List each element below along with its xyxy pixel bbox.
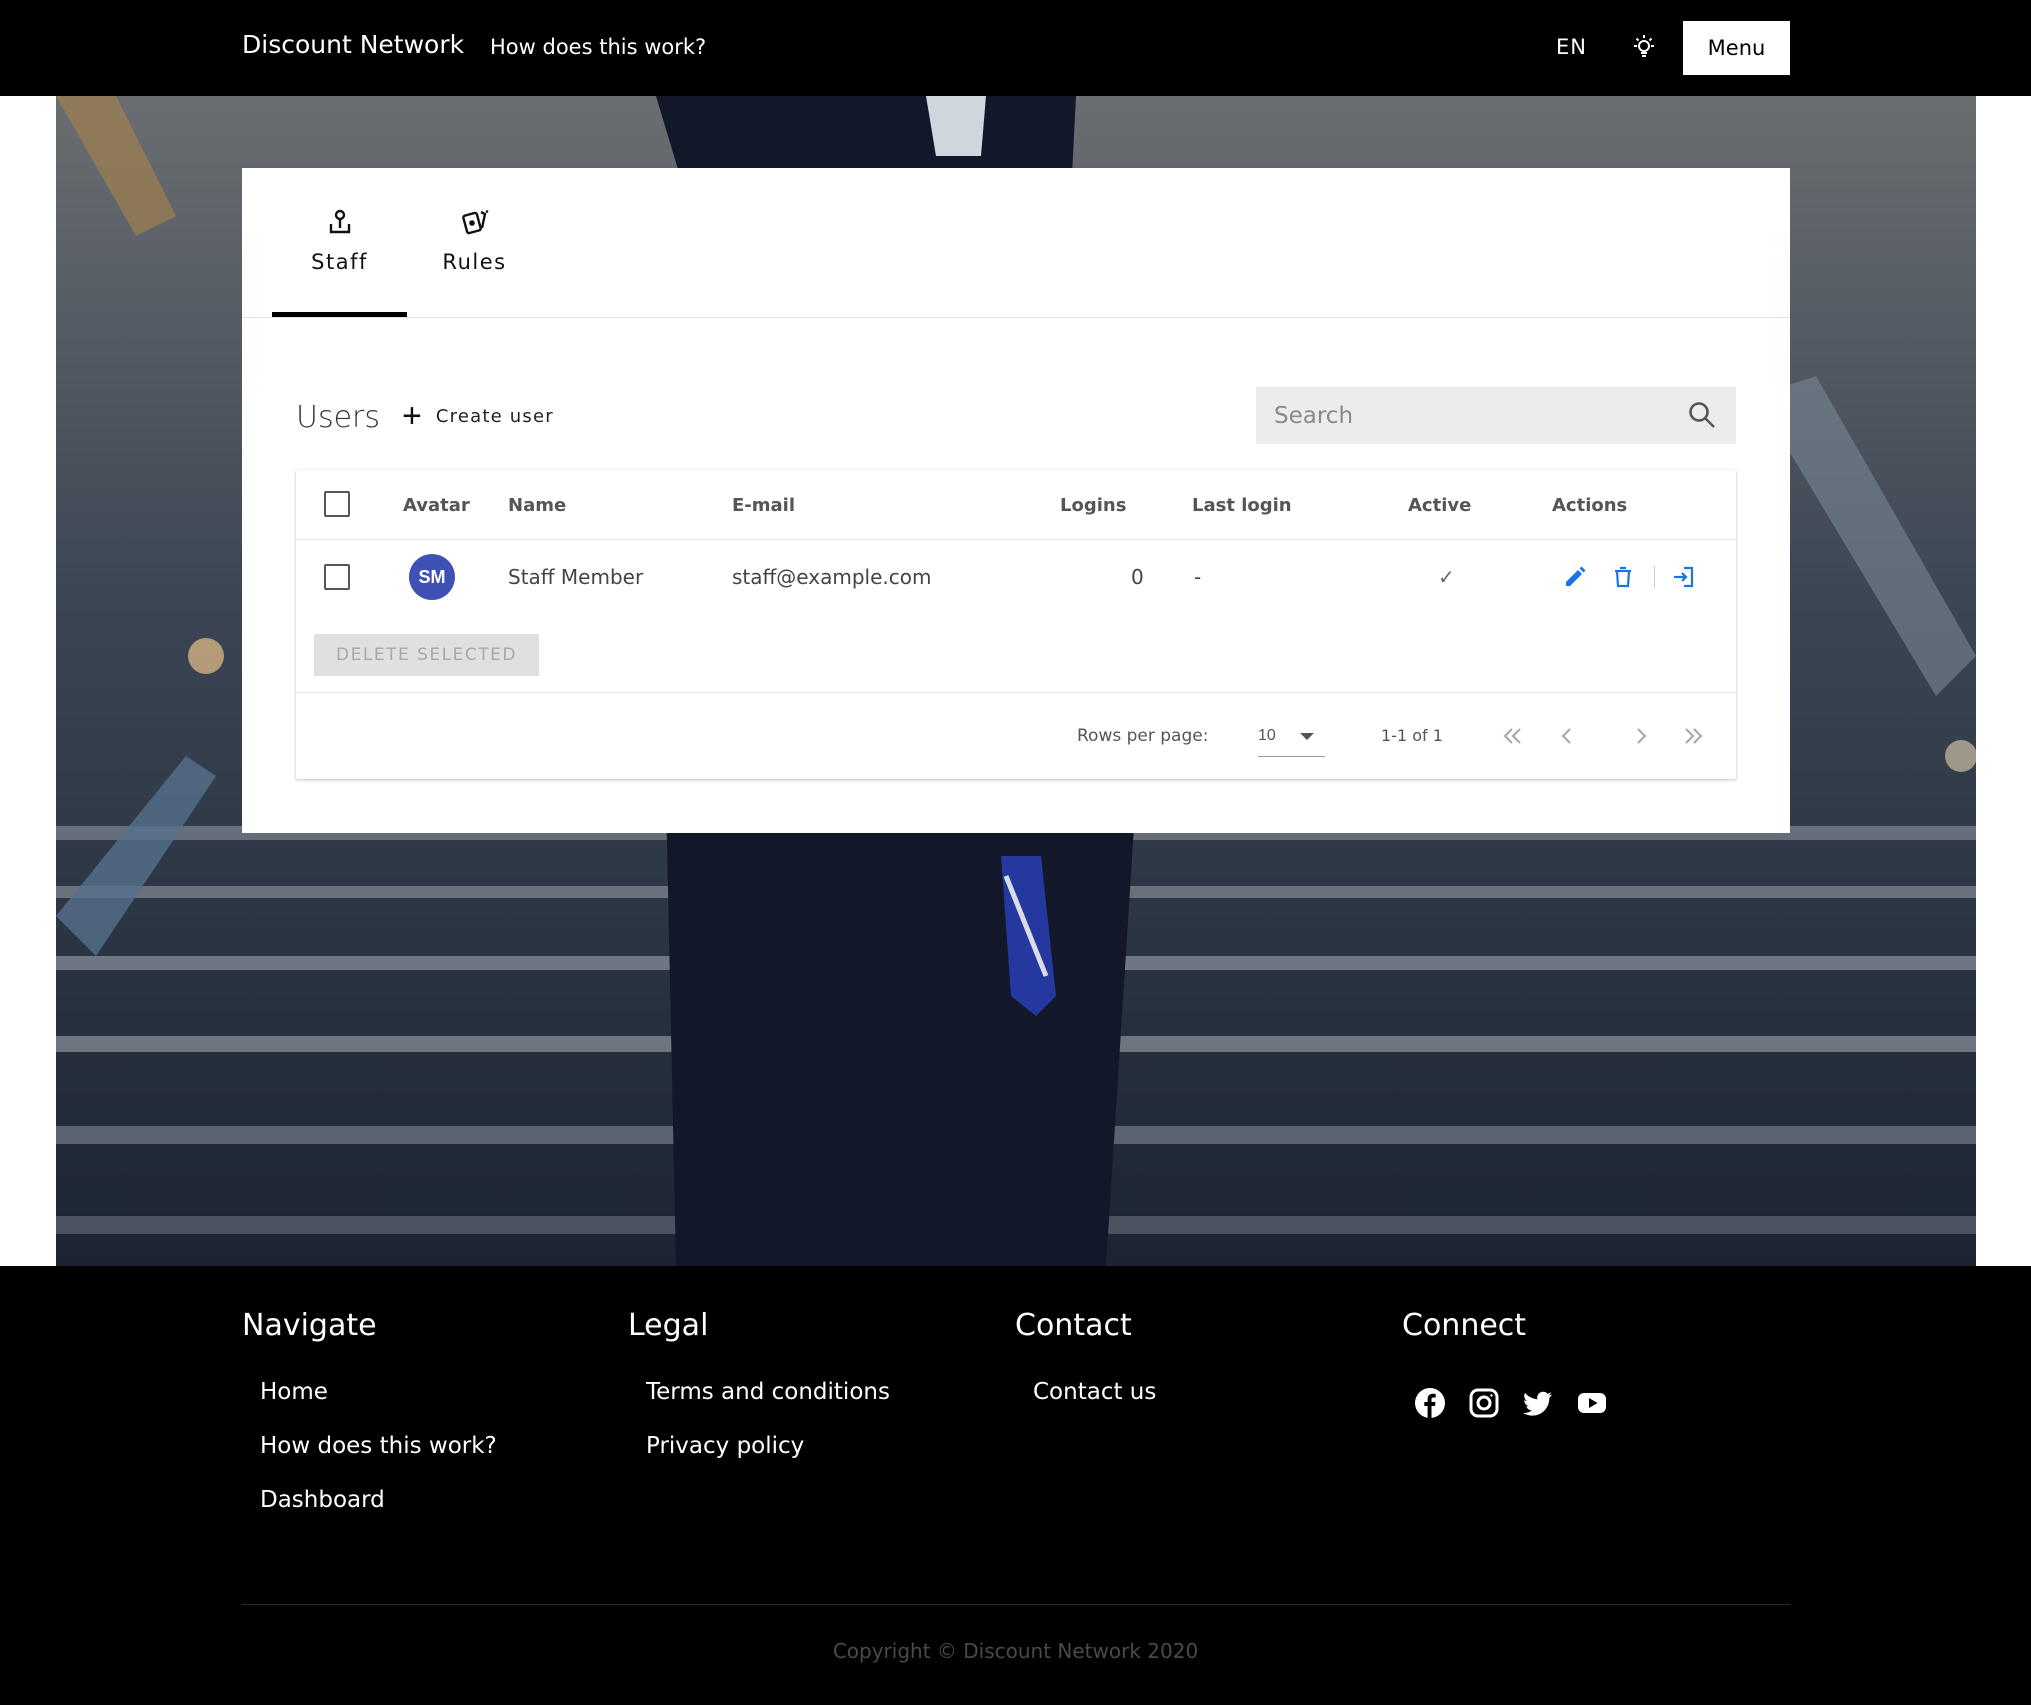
delete-selected-button[interactable]: DELETE SELECTED	[314, 634, 539, 676]
rows-per-page-value: 10	[1258, 727, 1276, 744]
footer-link-how-does-this-work[interactable]: How does this work?	[260, 1433, 497, 1459]
user-name: Staff Member	[508, 565, 644, 589]
footer-heading-legal: Legal	[628, 1308, 709, 1343]
youtube-icon[interactable]	[1576, 1387, 1608, 1419]
footer-heading-navigate: Navigate	[242, 1308, 377, 1343]
column-header-avatar[interactable]: Avatar	[403, 495, 470, 516]
previous-page-icon[interactable]	[1552, 721, 1582, 751]
users-table: Avatar Name E-mail Logins Last login Act…	[296, 470, 1736, 779]
instagram-icon[interactable]	[1468, 1387, 1500, 1419]
how-does-this-work-link[interactable]: How does this work?	[490, 35, 706, 59]
search-icon[interactable]	[1686, 399, 1718, 431]
table-header: Avatar Name E-mail Logins Last login Act…	[296, 470, 1736, 540]
footer-contact: Contact Contact us	[1015, 1308, 1156, 1433]
create-user-label: Create user	[435, 405, 554, 427]
footer-divider	[242, 1604, 1790, 1605]
tab-staff-label: Staff	[311, 250, 368, 274]
column-header-actions: Actions	[1552, 495, 1628, 516]
section-title: Users	[296, 400, 381, 435]
rules-icon	[461, 209, 489, 235]
lightbulb-icon[interactable]	[1630, 33, 1658, 61]
rows-per-page-select[interactable]: 10	[1258, 717, 1325, 757]
active-check-icon: ✓	[1438, 565, 1455, 589]
select-all-checkbox[interactable]	[324, 491, 350, 517]
tab-staff[interactable]: Staff	[272, 168, 407, 318]
language-selector[interactable]: EN	[1556, 35, 1587, 59]
footer-link-privacy[interactable]: Privacy policy	[646, 1433, 890, 1459]
footer-link-terms[interactable]: Terms and conditions	[646, 1379, 890, 1405]
tab-rules-label: Rules	[442, 250, 507, 274]
user-last-login: -	[1194, 565, 1202, 589]
edit-icon[interactable]	[1562, 564, 1588, 590]
footer-legal: Legal Terms and conditions Privacy polic…	[628, 1308, 890, 1487]
site-footer: Navigate Home How does this work? Dashbo…	[0, 1266, 2031, 1705]
column-header-name[interactable]: Name	[508, 495, 566, 516]
footer-connect: Connect	[1402, 1308, 1608, 1419]
next-page-icon[interactable]	[1626, 721, 1656, 751]
footer-link-dashboard[interactable]: Dashboard	[260, 1487, 497, 1513]
pagination-range: 1-1 of 1	[1381, 726, 1443, 745]
row-checkbox[interactable]	[324, 564, 350, 590]
brand-link[interactable]: Discount Network	[242, 30, 464, 59]
user-email: staff@example.com	[732, 565, 932, 589]
staff-icon	[329, 209, 350, 234]
tab-bar: Staff Rules	[242, 168, 1790, 318]
footer-link-home[interactable]: Home	[260, 1379, 497, 1405]
footer-heading-connect: Connect	[1402, 1308, 1527, 1343]
column-header-logins[interactable]: Logins	[1060, 495, 1126, 516]
column-header-active[interactable]: Active	[1408, 495, 1471, 516]
table-pagination: Rows per page: 10 1-1 of 1	[296, 692, 1736, 779]
search-input[interactable]	[1274, 387, 1674, 444]
tab-rules[interactable]: Rules	[407, 168, 542, 318]
footer-heading-contact: Contact	[1015, 1308, 1132, 1343]
facebook-icon[interactable]	[1414, 1387, 1446, 1419]
avatar: SM	[409, 554, 455, 600]
twitter-icon[interactable]	[1522, 1387, 1554, 1419]
footer-link-contact-us[interactable]: Contact us	[1033, 1379, 1156, 1405]
table-row: SM Staff Member staff@example.com 0 - ✓	[296, 540, 1736, 614]
search-box	[1256, 387, 1736, 444]
actions-divider	[1654, 566, 1655, 588]
user-logins: 0	[1131, 565, 1144, 589]
column-header-last-login[interactable]: Last login	[1192, 495, 1292, 516]
plus-icon: +	[402, 397, 422, 435]
column-header-email[interactable]: E-mail	[732, 495, 795, 516]
staff-panel: Staff Rules Users + Create user Avatar N	[242, 168, 1790, 833]
rows-per-page-label: Rows per page:	[1077, 726, 1209, 746]
footer-navigate: Navigate Home How does this work? Dashbo…	[242, 1308, 497, 1541]
delete-icon[interactable]	[1610, 564, 1636, 590]
dropdown-arrow-icon	[1300, 733, 1314, 740]
login-as-icon[interactable]	[1671, 564, 1697, 590]
active-tab-indicator	[272, 312, 407, 317]
top-navbar: Discount Network How does this work? EN …	[0, 0, 2031, 96]
create-user-button[interactable]: + Create user	[402, 396, 554, 436]
menu-button[interactable]: Menu	[1683, 21, 1790, 75]
last-page-icon[interactable]	[1678, 721, 1708, 751]
first-page-icon[interactable]	[1498, 721, 1528, 751]
copyright-text: Copyright © Discount Network 2020	[832, 1639, 1199, 1663]
